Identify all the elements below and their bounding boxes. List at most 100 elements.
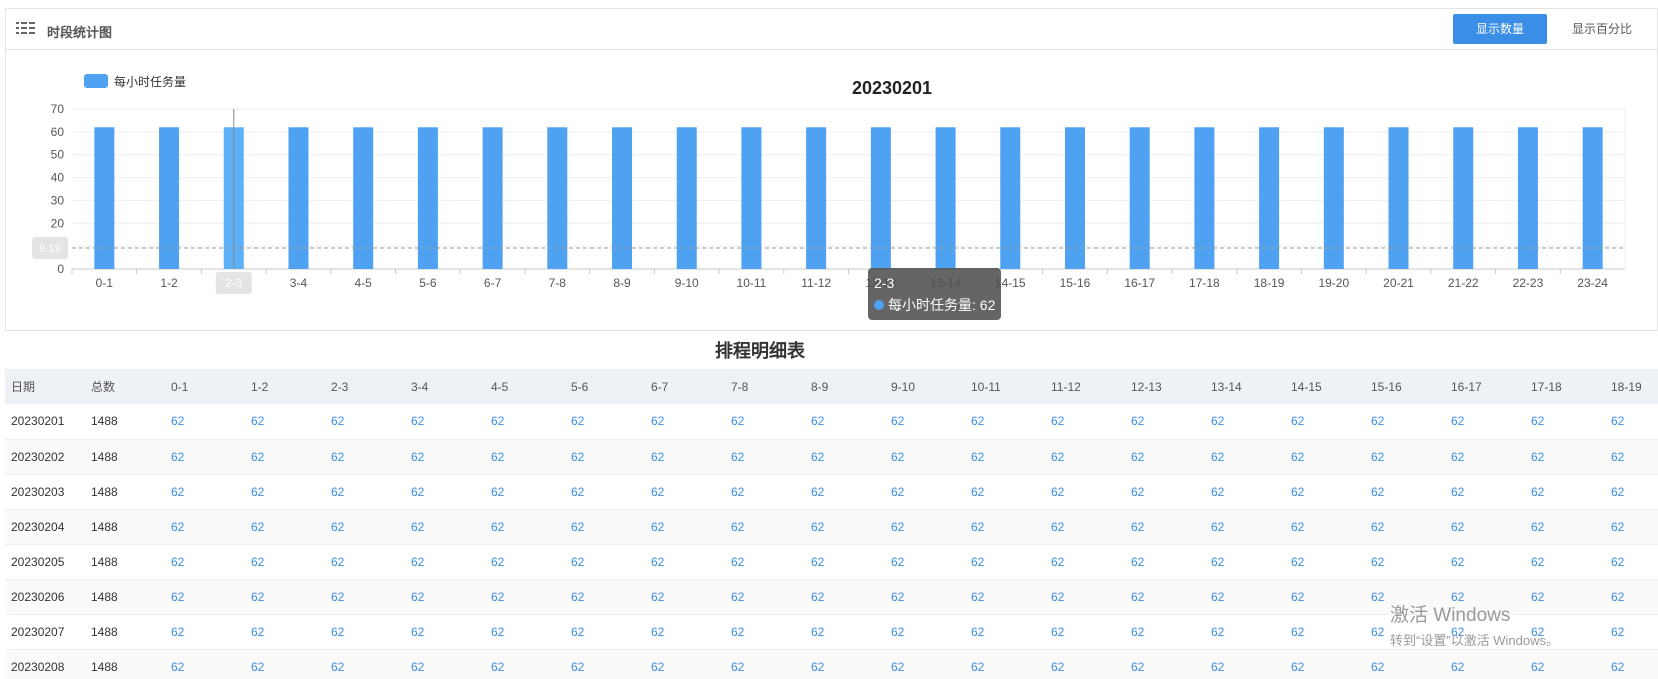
hour-value-cell: 62 <box>165 649 245 679</box>
hour-value-cell: 62 <box>405 404 485 440</box>
bar-0-1 <box>94 127 115 270</box>
bar-chart: 0102030405060700-11-22-33-44-55-66-77-88… <box>32 74 1626 320</box>
hour-value-cell: 62 <box>1365 614 1445 650</box>
hour-value-cell: 62 <box>725 474 805 510</box>
x-tick-label: 22-23 <box>1513 276 1544 290</box>
hour-value-cell: 62 <box>885 544 965 580</box>
hour-value-cell: 62 <box>1205 649 1285 679</box>
date-cell: 20230201 <box>5 404 85 440</box>
hour-value-cell: 62 <box>565 474 645 510</box>
x-tick-label: 4-5 <box>355 276 373 290</box>
hour-value-cell: 62 <box>725 544 805 580</box>
hour-value-cell: 62 <box>1045 439 1125 475</box>
hour-value-cell: 62 <box>965 404 1045 440</box>
bar-4-5 <box>353 127 374 270</box>
hour-value-cell: 62 <box>1525 544 1605 580</box>
date-cell: 20230202 <box>5 439 85 475</box>
x-tick-label: 17-18 <box>1189 276 1220 290</box>
y-tick-label: 0 <box>57 262 64 276</box>
total-cell: 1488 <box>85 439 165 475</box>
column-header: 11-12 <box>1045 369 1125 404</box>
hour-value-cell: 62 <box>165 474 245 510</box>
hour-value-cell: 62 <box>325 439 405 475</box>
hour-value-cell: 62 <box>1125 649 1205 679</box>
x-tick-label: 11-12 <box>801 276 831 290</box>
column-header: 4-5 <box>485 369 565 404</box>
total-cell: 1488 <box>85 404 165 440</box>
hour-value-cell: 62 <box>805 614 885 650</box>
x-tick-label: 6-7 <box>484 276 502 290</box>
hour-value-cell: 62 <box>485 509 565 545</box>
x-tick-label: 8-9 <box>613 276 631 290</box>
hour-value-cell: 62 <box>965 649 1045 679</box>
tooltip-marker <box>874 300 884 310</box>
hour-value-cell: 62 <box>1285 614 1365 650</box>
schedule-table: 日期 总数 0-1 1-2 2-3 3-4 4-5 5-6 6-7 7-8 8-9 9-10 10-11… <box>5 369 1658 679</box>
hour-value-cell: 62 <box>245 474 325 510</box>
column-header: 13-14 <box>1205 369 1285 404</box>
total-cell: 1488 <box>85 579 165 615</box>
hour-value-cell: 62 <box>725 439 805 475</box>
table-row: 20230206 1488 62 62 62 62 62 62 62 62 62 62 62 62 62 62… <box>5 579 1658 615</box>
x-tick-label: 19-20 <box>1318 276 1349 290</box>
hour-value-cell: 62 <box>1605 439 1658 475</box>
hour-value-cell: 62 <box>1605 474 1658 510</box>
hour-value-cell: 62 <box>725 579 805 615</box>
table-row: 20230201 1488 62 62 62 62 62 62 62 62 62 62 62 62 62 62… <box>5 404 1658 440</box>
hour-value-cell: 62 <box>1205 614 1285 650</box>
date-cell: 20230207 <box>5 614 85 650</box>
hour-value-cell: 62 <box>885 404 965 440</box>
hour-value-cell: 62 <box>245 439 325 475</box>
hour-value-cell: 62 <box>165 404 245 440</box>
hour-value-cell: 62 <box>1125 404 1205 440</box>
hour-value-cell: 62 <box>1445 474 1525 510</box>
total-cell: 1488 <box>85 474 165 510</box>
x-tick-label: 20-21 <box>1383 276 1414 290</box>
total-cell: 1488 <box>85 614 165 650</box>
column-header: 9-10 <box>885 369 965 404</box>
tooltip-label: 每小时任务量: 62 <box>888 297 996 313</box>
hour-value-cell: 62 <box>485 649 565 679</box>
hour-value-cell: 62 <box>805 544 885 580</box>
hour-value-cell: 62 <box>485 474 565 510</box>
date-cell: 20230206 <box>5 579 85 615</box>
hour-value-cell: 62 <box>405 439 485 475</box>
hour-value-cell: 62 <box>1125 509 1205 545</box>
hour-value-cell: 62 <box>645 614 725 650</box>
hour-value-cell: 62 <box>1125 439 1205 475</box>
hour-value-cell: 62 <box>1605 649 1658 679</box>
total-cell: 1488 <box>85 649 165 679</box>
table-header-row: 日期 总数 0-1 1-2 2-3 3-4 4-5 5-6 6-7 7-8 8-9 9-10 10-11… <box>5 369 1658 404</box>
total-cell: 1488 <box>85 509 165 545</box>
hour-value-cell: 62 <box>1445 509 1525 545</box>
hour-value-cell: 62 <box>1045 649 1125 679</box>
hour-value-cell: 62 <box>565 579 645 615</box>
hour-value-cell: 62 <box>325 509 405 545</box>
x-tick-label: 1-2 <box>160 276 178 290</box>
table-row: 20230205 1488 62 62 62 62 62 62 62 62 62 62 62 62 62 62… <box>5 544 1658 580</box>
hour-value-cell: 62 <box>405 579 485 615</box>
table-row: 20230204 1488 62 62 62 62 62 62 62 62 62 62 62 62 62 62… <box>5 509 1658 545</box>
hour-value-cell: 62 <box>165 579 245 615</box>
table-row: 20230207 1488 62 62 62 62 62 62 62 62 62 62 62 62 62 62… <box>5 614 1658 650</box>
hour-value-cell: 62 <box>725 509 805 545</box>
hour-value-cell: 62 <box>965 544 1045 580</box>
hour-value-cell: 62 <box>165 544 245 580</box>
column-header: 10-11 <box>965 369 1045 404</box>
hour-value-cell: 62 <box>645 544 725 580</box>
hour-value-cell: 62 <box>405 649 485 679</box>
hour-value-cell: 62 <box>1045 614 1125 650</box>
hour-value-cell: 62 <box>1445 544 1525 580</box>
hour-value-cell: 62 <box>805 579 885 615</box>
hour-value-cell: 62 <box>725 614 805 650</box>
hour-value-cell: 62 <box>1445 579 1525 615</box>
hour-value-cell: 62 <box>885 509 965 545</box>
hour-value-cell: 62 <box>1045 474 1125 510</box>
column-header: 12-13 <box>1125 369 1205 404</box>
hour-value-cell: 62 <box>565 544 645 580</box>
table-title: 排程明细表 <box>715 341 805 361</box>
hour-value-cell: 62 <box>1125 614 1205 650</box>
hour-value-cell: 62 <box>1285 544 1365 580</box>
hour-value-cell: 62 <box>885 649 965 679</box>
hour-value-cell: 62 <box>1525 509 1605 545</box>
